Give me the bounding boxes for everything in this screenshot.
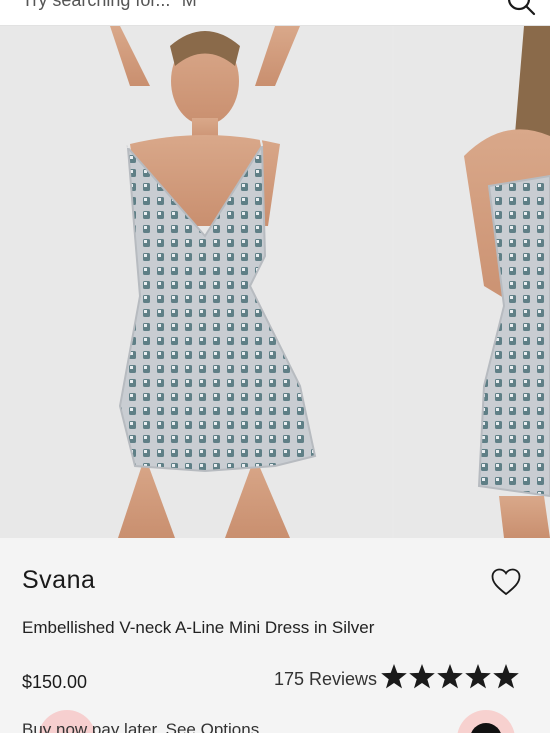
star-icon bbox=[493, 664, 519, 689]
rating-stars[interactable] bbox=[380, 662, 520, 692]
star-icon bbox=[381, 664, 519, 689]
product-image-gallery[interactable] bbox=[0, 26, 550, 538]
reviews-link[interactable]: 175 Reviews bbox=[274, 669, 377, 690]
product-photo-front[interactable] bbox=[0, 26, 392, 538]
product-photo-back[interactable] bbox=[394, 26, 550, 538]
heart-outline-icon[interactable] bbox=[491, 568, 521, 596]
product-brand[interactable]: Svana bbox=[22, 566, 95, 595]
bnpl-options-link[interactable]: Buy now pay later. See Options bbox=[22, 720, 259, 733]
search-bar[interactable]: Try searching for... "M bbox=[0, 0, 550, 26]
chat-icon bbox=[470, 723, 502, 733]
search-icon[interactable] bbox=[506, 0, 536, 16]
star-icon bbox=[437, 664, 463, 689]
chat-button[interactable] bbox=[457, 710, 515, 733]
star-icon bbox=[381, 664, 407, 689]
product-title: Embellished V-neck A-Line Mini Dress in … bbox=[22, 618, 375, 637]
product-info-panel: Svana Embellished V-neck A-Line Mini Dre… bbox=[0, 538, 550, 733]
star-icon bbox=[465, 664, 491, 689]
search-input[interactable]: Try searching for... "M bbox=[22, 0, 197, 11]
star-icon bbox=[409, 664, 435, 689]
product-price: $150.00 bbox=[22, 672, 88, 692]
